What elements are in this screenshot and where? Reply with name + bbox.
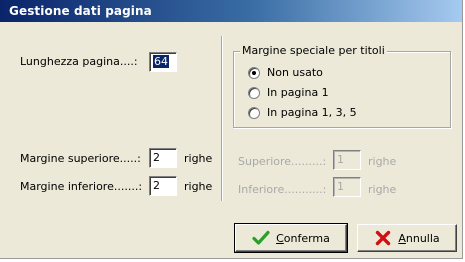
cancel-button[interactable]: Annulla [357, 224, 457, 252]
superiore-unit: righe [368, 155, 397, 168]
top-margin-input[interactable]: 2 [149, 148, 177, 168]
superiore-value: 1 [337, 153, 344, 166]
radio-non-usato[interactable] [248, 67, 260, 79]
inferiore-value: 1 [337, 180, 344, 193]
top-margin-unit: righe [184, 152, 213, 165]
top-margin-value: 2 [153, 151, 160, 164]
bottom-margin-value: 2 [153, 179, 160, 192]
bottom-margin-label: Margine inferiore.......: [20, 180, 143, 193]
bottom-margin-unit: righe [184, 180, 213, 193]
title-bar[interactable]: Gestione dati pagina [0, 0, 462, 22]
radio-in-pagina-1-label[interactable]: In pagina 1 [267, 86, 329, 99]
check-icon [252, 229, 270, 247]
radio-non-usato-label[interactable]: Non usato [267, 66, 323, 79]
inferiore-unit: righe [368, 183, 397, 196]
inferiore-input[interactable]: 1 [333, 177, 361, 197]
confirm-label: Conferma [276, 231, 330, 245]
inferiore-label: Inferiore...........: [238, 183, 327, 196]
vertical-divider [221, 36, 223, 201]
page-length-input[interactable]: 64 [149, 52, 177, 72]
top-margin-label: Margine superiore.....: [20, 152, 141, 165]
cross-icon [374, 229, 392, 247]
window-title: Gestione dati pagina [9, 4, 152, 18]
radio-in-pagina-135-label[interactable]: In pagina 1, 3, 5 [267, 106, 357, 119]
superiore-label: Superiore.........: [238, 155, 327, 168]
page-length-value: 64 [153, 55, 169, 68]
bottom-margin-input[interactable]: 2 [149, 176, 177, 196]
radio-in-pagina-135[interactable] [248, 107, 260, 119]
dialog-window: Gestione dati pagina Lunghezza pagina...… [0, 0, 463, 259]
page-length-label: Lunghezza pagina....: [20, 55, 138, 68]
superiore-input[interactable]: 1 [333, 150, 361, 170]
special-margin-group-title: Margine speciale per titoli [240, 44, 387, 57]
confirm-button[interactable]: Conferma [234, 223, 348, 253]
cancel-label: Annulla [398, 231, 440, 245]
radio-in-pagina-1[interactable] [248, 87, 260, 99]
